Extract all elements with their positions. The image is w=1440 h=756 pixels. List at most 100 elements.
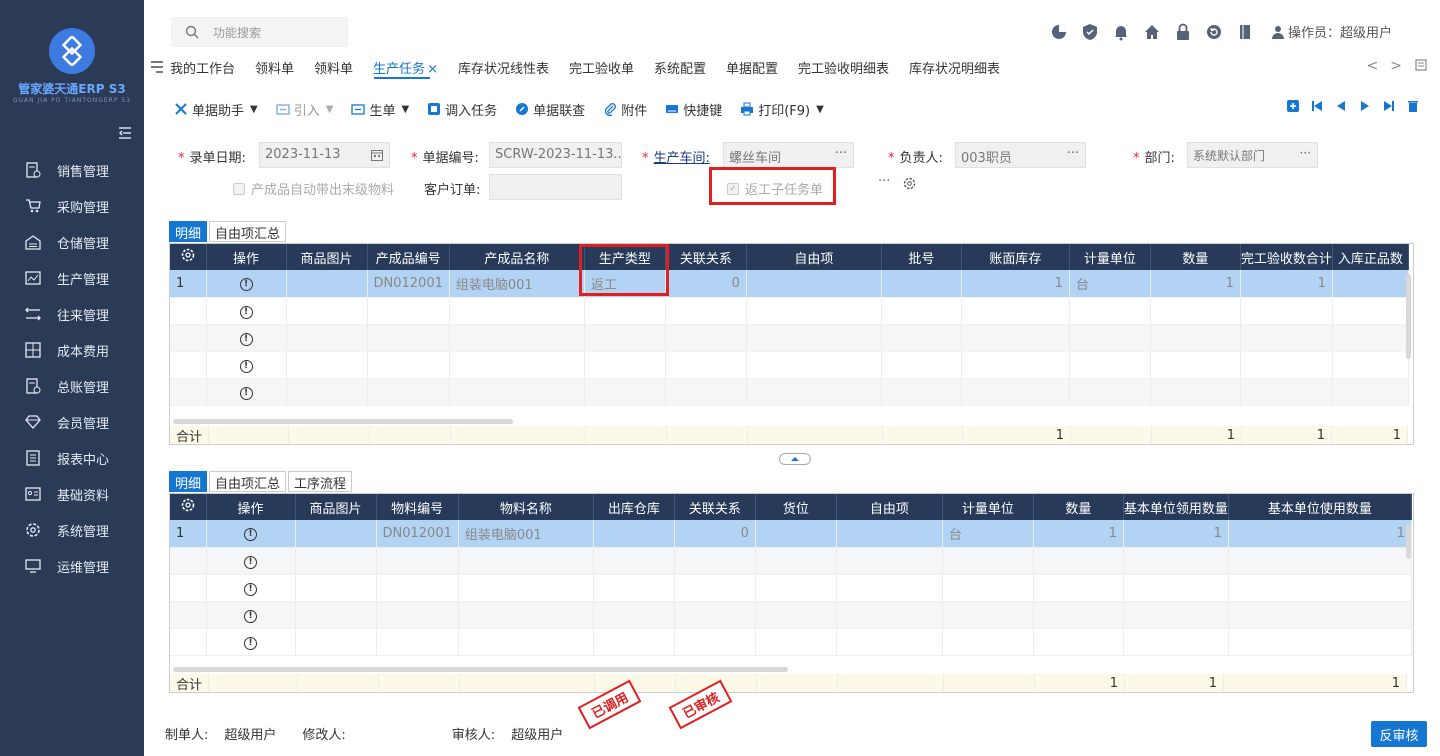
more-icon[interactable]: ···: [1300, 146, 1311, 160]
col-header[interactable]: 计量单位: [942, 494, 1034, 520]
number-field[interactable]: SCRW-2023-11-13...: [489, 142, 622, 168]
table-row[interactable]: !: [170, 324, 1409, 352]
sidebar-item-ops[interactable]: 运维管理: [0, 548, 144, 584]
col-header[interactable]: 产成品名称: [449, 244, 585, 270]
more-icon[interactable]: ···: [835, 146, 847, 161]
row-op-icon[interactable]: !: [206, 520, 296, 548]
cell[interactable]: [1332, 270, 1409, 298]
col-header[interactable]: 商品图片: [286, 244, 368, 270]
col-header[interactable]: 自由项: [836, 494, 943, 520]
sidebar-item-exchange[interactable]: 往来管理: [0, 296, 144, 332]
cell[interactable]: 1: [961, 270, 1070, 298]
col-header[interactable]: 数量: [1150, 244, 1241, 270]
sidebar-item-cost[interactable]: 成本费用: [0, 332, 144, 368]
tab-free-item-summary[interactable]: 自由项汇总: [209, 221, 287, 242]
col-header[interactable]: 账面库存: [961, 244, 1070, 270]
operator-info[interactable]: 操作员：超级用户: [1271, 22, 1392, 41]
tab-next-icon[interactable]: >: [1390, 58, 1402, 74]
col-header[interactable]: 产成品编号: [367, 244, 450, 270]
shield-icon[interactable]: [1081, 23, 1099, 41]
horizontal-scrollbar[interactable]: [173, 419, 513, 424]
sidebar-item-basic-data[interactable]: 基础资料: [0, 476, 144, 512]
tab-inventory-linear[interactable]: 库存状况线性表: [458, 58, 549, 77]
book-icon[interactable]: [1236, 23, 1254, 41]
row-op-icon[interactable]: !: [239, 305, 253, 319]
tab-system-config[interactable]: 系统配置: [654, 58, 706, 77]
tab-prev-icon[interactable]: <: [1367, 58, 1379, 74]
search-box[interactable]: 功能搜索: [171, 17, 348, 47]
dept-field[interactable]: 系统默认部门 ···: [1187, 142, 1318, 168]
table-row[interactable]: !: [170, 351, 1409, 379]
date-field[interactable]: 2023-11-13: [259, 142, 390, 168]
tab-detail[interactable]: 明细: [169, 221, 208, 242]
cell[interactable]: 1: [1123, 520, 1229, 548]
cell[interactable]: 1: [1033, 520, 1124, 548]
panel-splitter[interactable]: [779, 453, 811, 465]
col-header[interactable]: 物料编号: [376, 494, 459, 520]
cell[interactable]: 组装电脑001: [449, 270, 585, 298]
col-header[interactable]: 关联关系: [665, 244, 747, 270]
transfer-task-button[interactable]: 调入任务: [427, 100, 497, 119]
col-header[interactable]: 数量: [1033, 494, 1124, 520]
bell-icon[interactable]: [1112, 23, 1130, 41]
auto-bring-checkbox[interactable]: 产成品自动带出末级物料: [233, 179, 394, 198]
owner-field[interactable]: 003职员 ···: [955, 142, 1086, 168]
import-button[interactable]: 引入 ▼: [276, 100, 333, 119]
cell[interactable]: 台: [942, 520, 1034, 548]
assistant-button[interactable]: 单据助手 ▼: [174, 100, 258, 119]
tab-menu-icon[interactable]: [1414, 58, 1428, 72]
sidebar-item-ledger[interactable]: 总账管理: [0, 368, 144, 404]
table-row[interactable]: !: [170, 628, 1412, 656]
row-op-icon[interactable]: !: [239, 386, 253, 400]
col-header[interactable]: 基本单位领用数量: [1123, 494, 1229, 520]
sidebar-item-purchase[interactable]: 采购管理: [0, 188, 144, 224]
tab-picking-1[interactable]: 领料单: [255, 58, 294, 77]
more-icon[interactable]: ···: [1067, 146, 1079, 161]
row-op-icon[interactable]: !: [239, 359, 253, 373]
tab-document-config[interactable]: 单据配置: [726, 58, 778, 77]
cell[interactable]: 1: [1240, 270, 1333, 298]
cell[interactable]: 台: [1069, 270, 1151, 298]
prev-record-icon[interactable]: [1334, 99, 1348, 113]
last-record-icon[interactable]: [1382, 99, 1396, 113]
refresh-icon[interactable]: [1205, 23, 1223, 41]
pie-chart-icon[interactable]: [1050, 23, 1068, 41]
next-record-icon[interactable]: [1358, 99, 1372, 113]
col-header[interactable]: 批号: [881, 244, 962, 270]
attachment-button[interactable]: 附件: [603, 100, 647, 119]
tab-detail[interactable]: 明细: [169, 471, 208, 492]
home-icon[interactable]: [1143, 23, 1161, 41]
more-options-icon[interactable]: ···: [878, 174, 890, 189]
tab-acceptance-detail[interactable]: 完工验收明细表: [798, 58, 889, 77]
lock-icon[interactable]: [1174, 23, 1192, 41]
sidebar-item-production[interactable]: 生产管理: [0, 260, 144, 296]
col-header[interactable]: 入库正品数: [1332, 244, 1409, 270]
customer-order-field[interactable]: [489, 174, 622, 200]
cell[interactable]: DN012001: [376, 520, 459, 548]
tab-process-flow[interactable]: 工序流程: [288, 471, 353, 492]
col-header[interactable]: 关联关系: [674, 494, 756, 520]
workshop-label[interactable]: * 生产车间:: [642, 147, 710, 166]
col-header[interactable]: 操作: [206, 494, 296, 520]
cell[interactable]: 0: [665, 270, 747, 298]
col-header[interactable]: 货位: [755, 494, 837, 520]
table-row[interactable]: !: [170, 378, 1409, 406]
row-op-icon[interactable]: !: [244, 636, 257, 650]
row-op-icon[interactable]: !: [244, 555, 257, 569]
collapse-menu-icon[interactable]: [118, 126, 132, 140]
workshop-field[interactable]: 螺丝车间 ···: [723, 142, 854, 168]
calendar-icon[interactable]: [371, 149, 383, 161]
col-header[interactable]: 出库仓库: [593, 494, 675, 520]
sidebar-item-system[interactable]: 系统管理: [0, 512, 144, 548]
sidebar-item-sales[interactable]: 销售管理: [0, 152, 144, 188]
tab-completion-acceptance[interactable]: 完工验收单: [569, 58, 634, 77]
table-row[interactable]: 1 ! DN012001 组装电脑001 返工 0 1 台 1 1: [170, 270, 1409, 298]
sidebar-item-warehouse[interactable]: 仓储管理: [0, 224, 144, 260]
vertical-scrollbar[interactable]: [1406, 274, 1411, 359]
delete-icon[interactable]: [1406, 99, 1420, 113]
new-record-icon[interactable]: [1286, 99, 1300, 113]
first-record-icon[interactable]: [1310, 99, 1324, 113]
checkbox-box[interactable]: [233, 182, 245, 195]
shortcut-button[interactable]: 快捷键: [665, 100, 722, 119]
table-row[interactable]: !: [170, 601, 1412, 629]
